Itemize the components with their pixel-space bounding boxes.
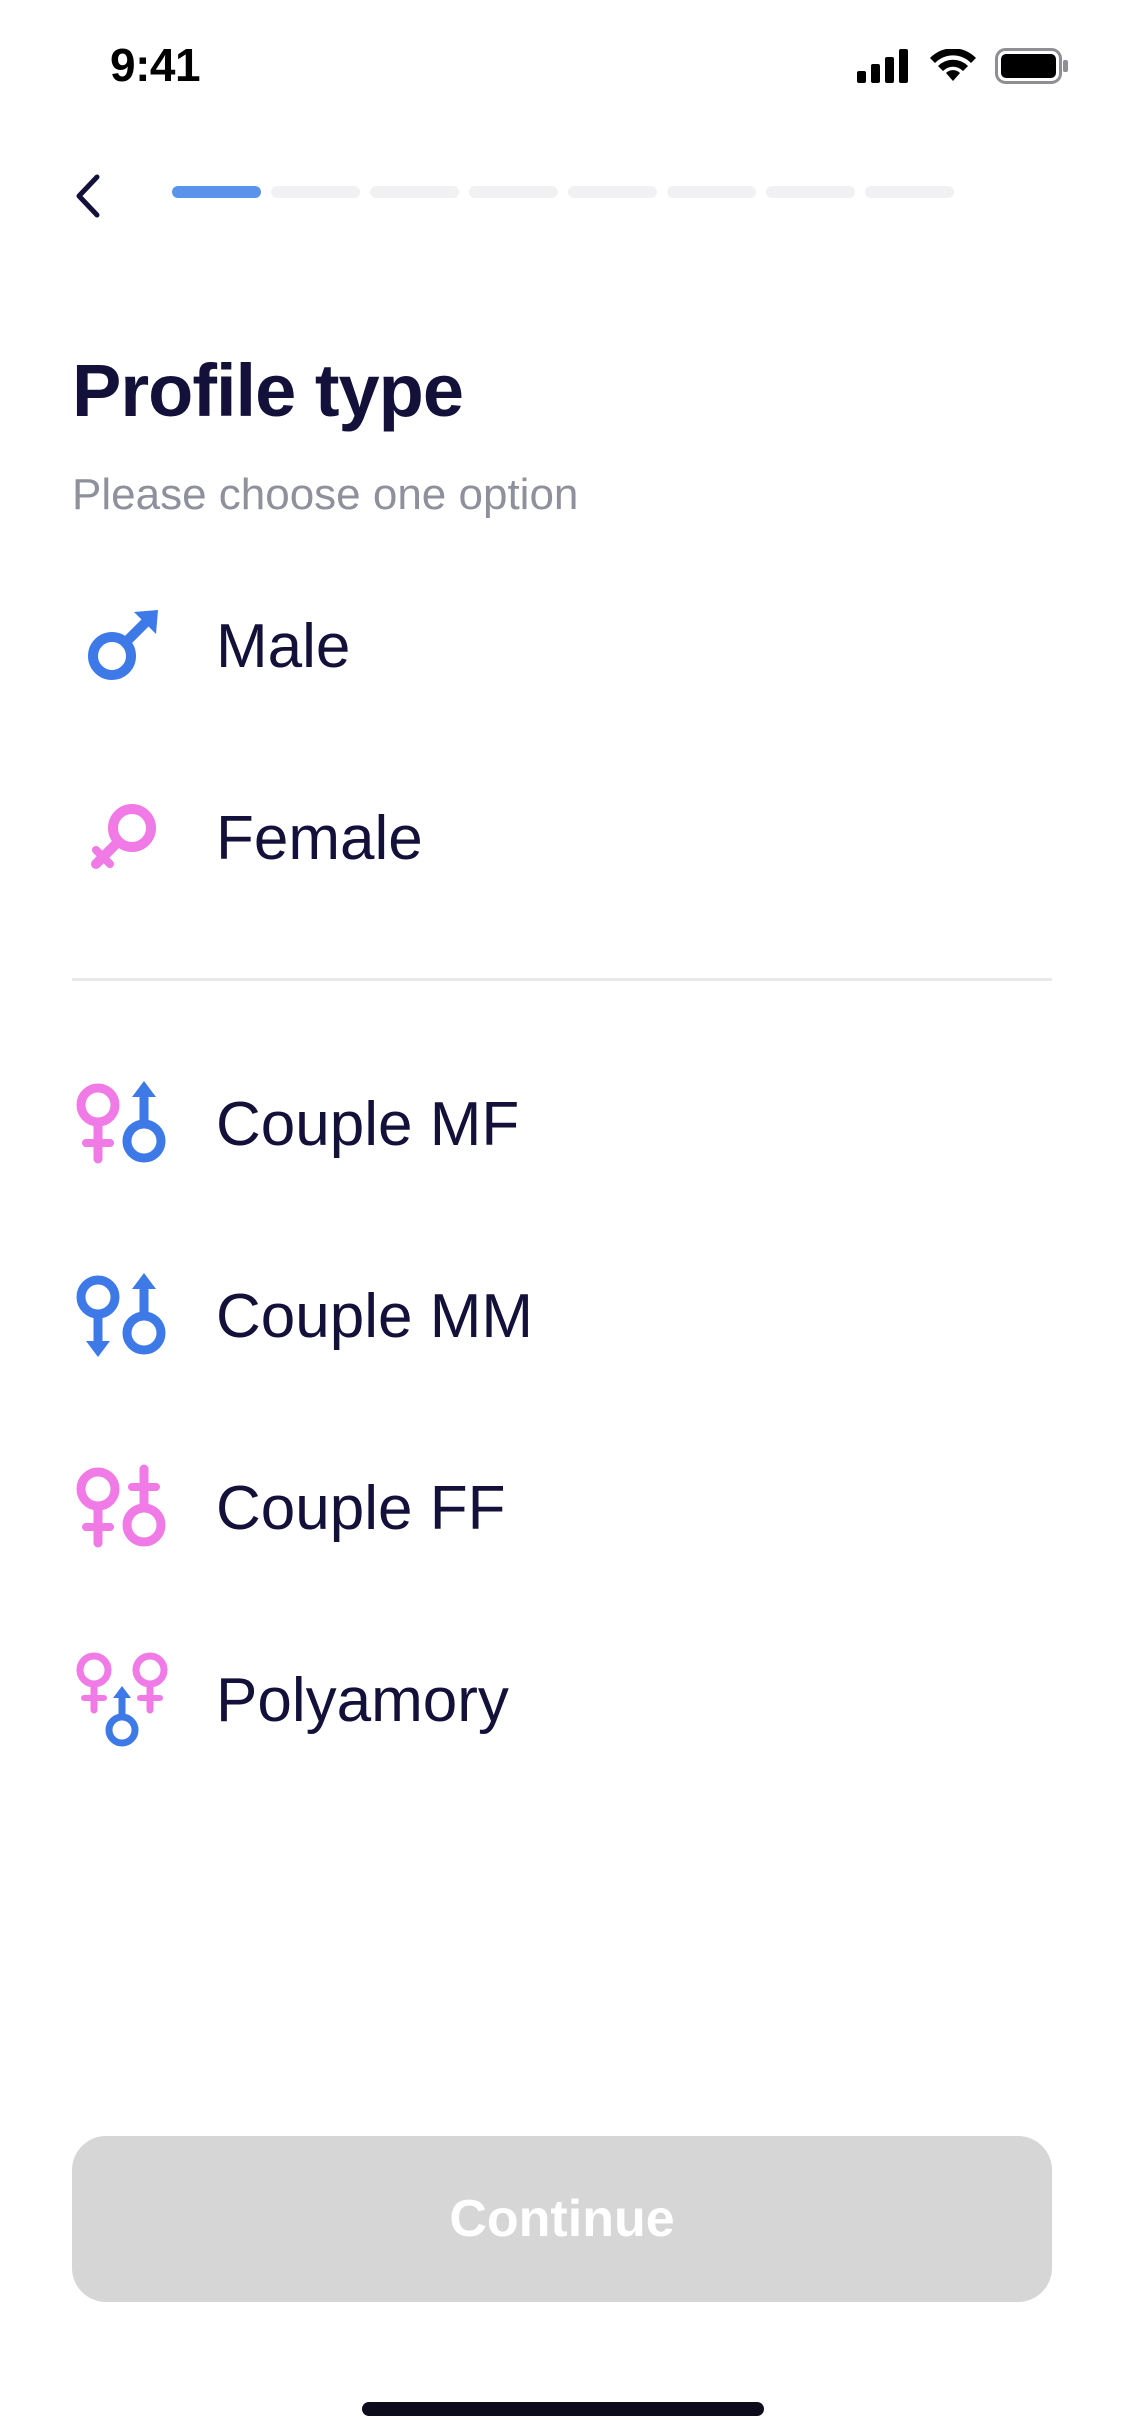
option-label: Couple MM — [216, 1281, 533, 1351]
couple-ff-icon — [72, 1458, 172, 1558]
option-female[interactable]: Female — [72, 768, 1052, 908]
divider — [72, 978, 1052, 981]
option-couple-ff[interactable]: Couple FF — [72, 1438, 1052, 1578]
option-couple-mm[interactable]: Couple MM — [72, 1246, 1052, 1386]
option-label: Female — [216, 803, 423, 873]
option-label: Couple MF — [216, 1089, 520, 1159]
wifi-icon — [930, 49, 976, 81]
page-title: Profile type — [72, 349, 464, 432]
option-couple-mf[interactable]: Couple MF — [72, 1054, 1052, 1194]
option-label: Polyamory — [216, 1665, 509, 1735]
female-symbol-icon — [72, 788, 172, 888]
cellular-signal-icon — [857, 49, 908, 83]
male-symbol-icon — [72, 596, 172, 696]
back-button[interactable] — [60, 168, 116, 224]
option-male[interactable]: Male — [72, 576, 1052, 716]
page-subtitle: Please choose one option — [72, 470, 579, 519]
progress-segment — [766, 186, 855, 198]
progress-segment — [667, 186, 756, 198]
battery-icon — [995, 48, 1068, 84]
progress-segment — [865, 186, 954, 198]
home-indicator — [362, 2402, 764, 2416]
option-polyamory[interactable]: Polyamory — [72, 1630, 1052, 1770]
progress-indicator — [172, 186, 954, 198]
continue-button[interactable]: Continue — [72, 2136, 1052, 2302]
status-bar: 9:41 — [0, 0, 1125, 140]
option-label: Male — [216, 611, 351, 681]
polyamory-icon — [72, 1650, 172, 1750]
progress-segment — [271, 186, 360, 198]
chevron-left-icon — [76, 174, 100, 218]
progress-segment — [370, 186, 459, 198]
option-label: Couple FF — [216, 1473, 506, 1543]
couple-mm-icon — [72, 1266, 172, 1366]
progress-segment — [568, 186, 657, 198]
progress-segment — [469, 186, 558, 198]
status-icons — [857, 48, 1069, 84]
couple-mf-icon — [72, 1074, 172, 1174]
progress-segment — [172, 186, 261, 198]
status-time: 9:41 — [110, 39, 201, 91]
